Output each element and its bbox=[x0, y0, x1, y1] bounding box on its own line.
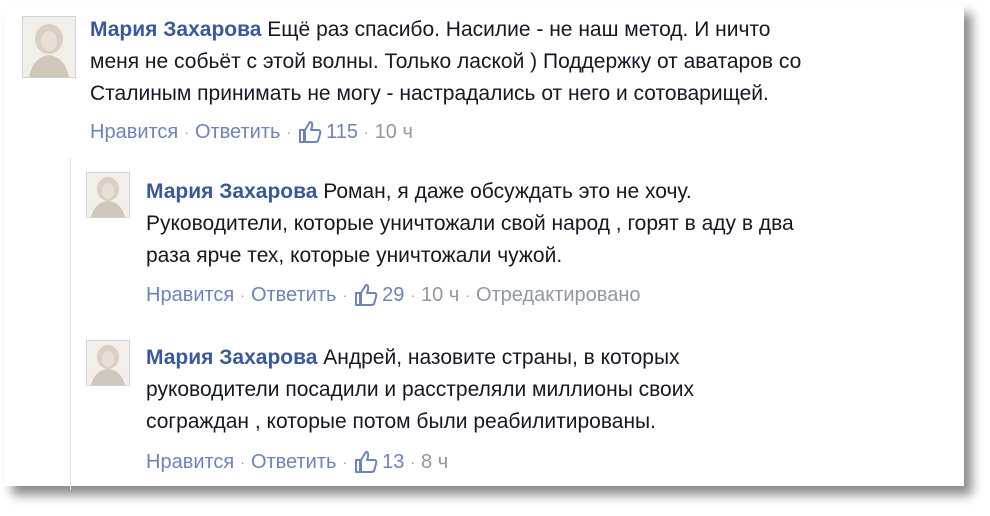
separator: · bbox=[342, 454, 348, 470]
like-count[interactable]: 29 bbox=[382, 284, 404, 307]
comment-author[interactable]: Мария Захарова bbox=[146, 180, 317, 203]
reply-link[interactable]: Ответить bbox=[251, 451, 337, 474]
comment-actions: Нравится · Ответить · 29 · 10 ч · Отреда… bbox=[146, 283, 641, 307]
comment-author[interactable]: Мария Захарова bbox=[90, 18, 261, 41]
comment-actions: Нравится · Ответить · 13 · 8 ч bbox=[146, 450, 448, 474]
separator: · bbox=[184, 124, 189, 140]
profile-photo-icon bbox=[23, 17, 75, 77]
comment-time[interactable]: 10 ч bbox=[375, 121, 413, 144]
profile-photo-icon bbox=[87, 341, 129, 385]
comments-panel: Мария Захарова Ещё раз спасибо. Насилие … bbox=[4, 4, 964, 490]
like-count[interactable]: 13 bbox=[382, 451, 404, 474]
separator: · bbox=[240, 287, 245, 303]
thumbs-up-icon[interactable] bbox=[297, 120, 323, 144]
separator: · bbox=[410, 454, 416, 470]
comment-text-line: раза ярче тех, которые уничтожали чужой. bbox=[146, 244, 563, 267]
comment-text-line: Руководители, которые уничтожали свой на… bbox=[146, 212, 794, 235]
like-count[interactable]: 115 bbox=[326, 121, 358, 144]
comment-text-line: Роман, я даже обсуждать это не хочу. bbox=[323, 180, 692, 203]
comment-text-line: меня не собьёт с этой волны. Только ласк… bbox=[90, 50, 802, 73]
like-link[interactable]: Нравится bbox=[146, 284, 234, 307]
comment-text-line: Ещё раз спасибо. Насилие - не наш метод.… bbox=[267, 18, 771, 41]
reply-link[interactable]: Ответить bbox=[251, 284, 337, 307]
comment-text-line: руководители посадили и расстреляли милл… bbox=[146, 378, 694, 401]
comment-time[interactable]: 8 ч bbox=[421, 451, 448, 474]
comment-time[interactable]: 10 ч bbox=[421, 284, 459, 307]
reply-thread-line bbox=[70, 158, 71, 490]
thumbs-up-icon[interactable] bbox=[353, 450, 379, 474]
reply-link[interactable]: Ответить bbox=[195, 121, 281, 144]
profile-photo-icon bbox=[87, 173, 129, 217]
comment-text-line: Андрей, назовите страны, в которых bbox=[323, 346, 680, 369]
avatar[interactable] bbox=[22, 16, 76, 78]
avatar[interactable] bbox=[86, 340, 130, 386]
comment-actions: Нравится · Ответить · 115 · 10 ч bbox=[90, 120, 413, 144]
comment-text-line: сограждан , которые потом были реабилити… bbox=[146, 410, 656, 433]
avatar[interactable] bbox=[86, 172, 130, 218]
thumbs-up-icon[interactable] bbox=[353, 283, 379, 307]
separator: · bbox=[240, 454, 245, 470]
like-link[interactable]: Нравится bbox=[90, 121, 178, 144]
like-link[interactable]: Нравится bbox=[146, 451, 234, 474]
comment-text-line: Сталиным принимать не могу - настрадалис… bbox=[90, 82, 769, 105]
separator: · bbox=[364, 124, 369, 140]
separator: · bbox=[465, 287, 470, 303]
comment-author[interactable]: Мария Захарова bbox=[146, 346, 317, 369]
separator: · bbox=[286, 124, 292, 140]
separator: · bbox=[342, 287, 348, 303]
separator: · bbox=[410, 287, 416, 303]
edited-label[interactable]: Отредактировано bbox=[476, 284, 641, 307]
